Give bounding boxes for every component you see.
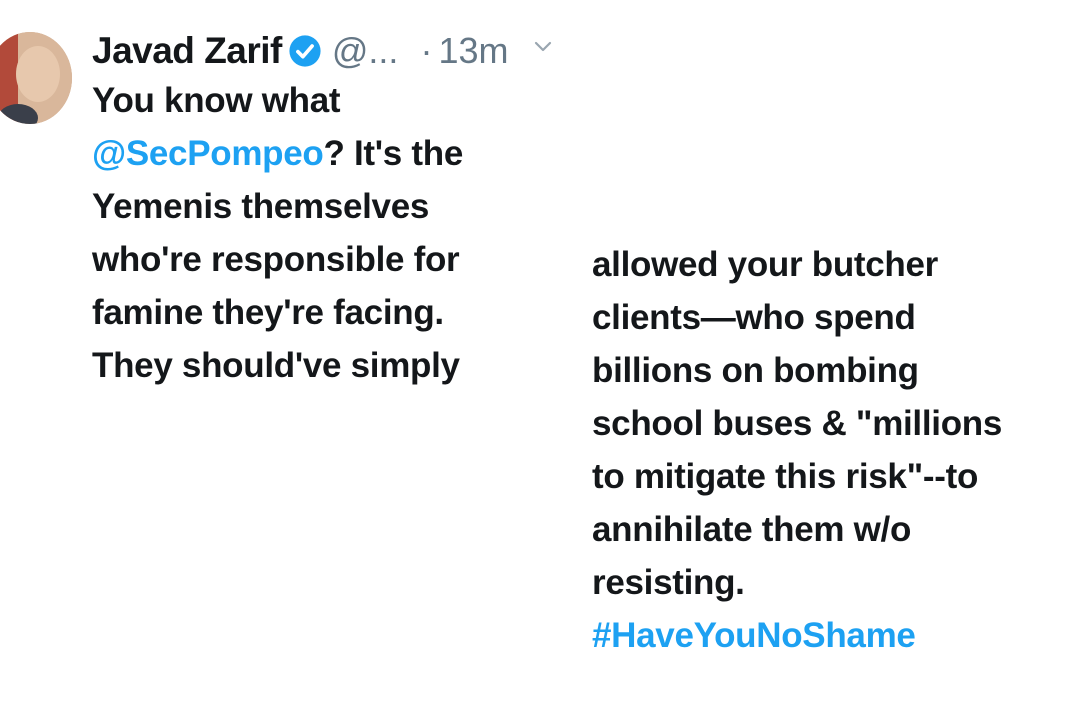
tweet-text-line: school buses & "millions — [592, 404, 1003, 443]
tweet-text-left: You know what @SecPompeo? It's the Yemen… — [92, 74, 463, 392]
author-name[interactable]: Javad Zarif — [92, 30, 282, 72]
mention-link[interactable]: @SecPompeo — [92, 134, 324, 173]
tweet-text-line: Yemenis themselves — [92, 187, 430, 226]
tweet-text-line: billions on bombing — [592, 351, 919, 390]
tweet-text-line: @SecPompeo? It's the — [92, 127, 463, 180]
tweet-text-line: famine they're facing. — [92, 293, 444, 332]
avatar-image — [0, 32, 72, 124]
tweet-text-line: They should've simply — [92, 346, 460, 385]
header-separator: · — [420, 30, 433, 71]
verified-badge-icon — [288, 34, 322, 68]
tweet-text-right: allowed your butcher clients—who spend b… — [592, 238, 1002, 662]
tweet-timestamp[interactable]: 13m — [438, 30, 508, 72]
author-avatar[interactable] — [0, 32, 72, 124]
tweet-header: Javad Zarif @... · 13m — [92, 24, 554, 78]
hashtag-link[interactable]: #HaveYouNoShame — [592, 609, 1002, 662]
tweet-text-line: who're responsible for — [92, 240, 460, 279]
tweet-text-line: allowed your butcher — [592, 245, 938, 284]
tweet-text-line: annihilate them w/o — [592, 510, 912, 549]
tweet-text-line: clients—who spend — [592, 298, 916, 337]
tweet-text-segment: ? It's the — [323, 134, 463, 173]
tweet-text-line: You know what — [92, 81, 341, 120]
author-handle[interactable]: @... — [332, 30, 399, 72]
chevron-down-icon[interactable] — [532, 35, 554, 57]
tweet-text-line: resisting. — [592, 563, 745, 602]
tweet-text-line: to mitigate this risk"--to — [592, 457, 979, 496]
